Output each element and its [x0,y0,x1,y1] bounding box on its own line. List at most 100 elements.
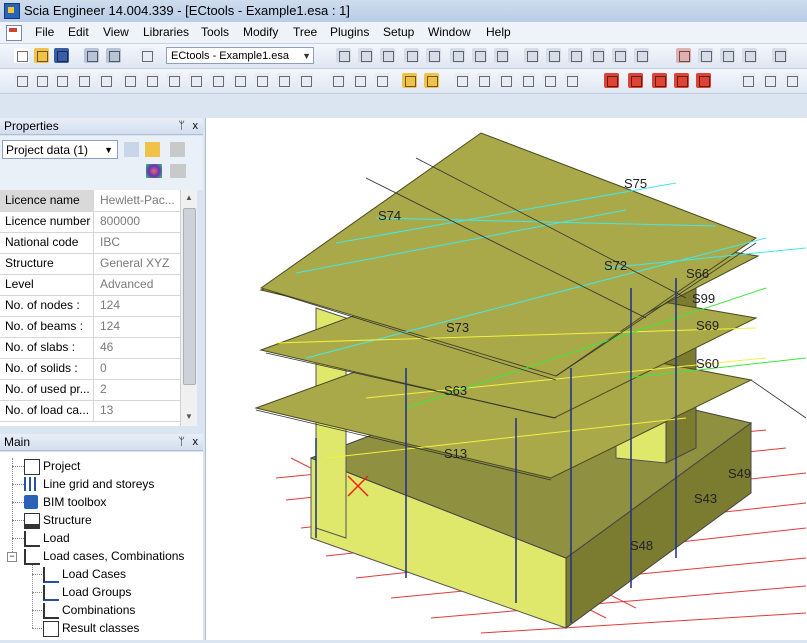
collapse-icon[interactable]: − [7,552,17,562]
open-folder-icon[interactable] [34,48,49,63]
select-icon[interactable] [564,73,579,88]
document-selector[interactable]: ECtools - Example1.esa ▼ [166,47,314,64]
window-icon[interactable] [772,48,787,63]
property-row[interactable]: No. of beams :124 [0,316,180,338]
model-viewport[interactable]: .slab { fill:#a9a94a; stroke:#4a4a22; st… [205,118,807,640]
surfaces-icon[interactable] [380,48,395,63]
property-row[interactable]: Structure General XYZ [0,253,180,275]
group-icon[interactable] [498,73,513,88]
property-row[interactable]: Level Advanced [0,274,180,296]
menu-setup[interactable]: Setup [383,25,414,39]
funnel-icon[interactable] [145,142,160,157]
frame-icon[interactable] [404,48,419,63]
copy-icon[interactable] [34,73,49,88]
mirror-icon[interactable] [210,73,225,88]
structure-grid-icon[interactable] [336,48,351,63]
supports-icon[interactable] [472,48,487,63]
help-icon[interactable] [742,48,757,63]
gallery-icon[interactable] [568,48,583,63]
target-icon[interactable] [450,48,465,63]
new-file-icon[interactable] [14,48,29,63]
menu-edit[interactable]: Edit [68,25,89,39]
cut-icon[interactable] [14,73,29,88]
calc-icon[interactable] [494,48,509,63]
pin-icon[interactable]: ᛘ [178,118,185,135]
property-row[interactable]: No. of nodes :124 [0,295,180,317]
angle-icon[interactable] [696,73,711,88]
window-cascade-icon[interactable] [762,73,777,88]
property-row[interactable]: Licence number 800000 [0,211,180,233]
picture-icon[interactable] [612,48,627,63]
pen-icon[interactable] [374,73,389,88]
rectangle-icon[interactable] [652,73,667,88]
scroll-down-icon[interactable]: ▼ [185,412,193,421]
undo-icon[interactable] [84,48,99,63]
tool-icon[interactable] [76,73,91,88]
dotted-grid-icon[interactable] [720,48,735,63]
menu-view[interactable]: View [103,25,129,39]
menu-plugins[interactable]: Plugins [330,25,369,39]
layer-icon[interactable] [542,73,557,88]
close-icon[interactable]: x [193,434,199,451]
glasses-icon[interactable] [402,73,417,88]
print-icon[interactable] [524,48,539,63]
close-icon[interactable]: x [193,118,199,135]
structure-3d-view[interactable]: .slab { fill:#a9a94a; stroke:#4a4a22; st… [206,118,807,640]
property-row[interactable]: National code IBC [0,232,180,254]
align-icon[interactable] [98,73,113,88]
save-icon[interactable] [54,48,69,63]
property-row[interactable]: No. of used pr... 2 [0,379,180,401]
menu-libraries[interactable]: Libraries [143,25,189,39]
property-row[interactable]: No. of slabs :46 [0,337,180,359]
filter-icon[interactable] [124,142,139,157]
scale-icon[interactable] [276,73,291,88]
polyline-icon[interactable] [628,73,643,88]
visibility-icon[interactable] [424,73,439,88]
array-icon[interactable] [298,73,313,88]
move-icon[interactable] [254,73,269,88]
extend-icon[interactable] [188,73,203,88]
pencil-icon[interactable] [170,142,185,157]
menu-modify[interactable]: Modify [243,25,278,39]
member-icon[interactable] [454,73,469,88]
home-icon[interactable] [676,48,691,63]
menu-tools[interactable]: Tools [201,25,229,39]
paste-icon[interactable] [54,73,69,88]
properties-title: Properties [4,119,59,133]
layers-icon[interactable] [358,48,373,63]
eraser-icon[interactable] [170,164,186,178]
document-icon[interactable] [546,48,561,63]
pin-icon[interactable]: ᛘ [178,434,185,451]
window-split-icon[interactable] [784,73,799,88]
document-list-icon[interactable] [139,48,154,63]
menu-file[interactable]: File [35,25,54,39]
property-row[interactable]: No. of solids :0 [0,358,180,380]
properties-scrollbar[interactable]: ▲ ▼ [180,190,197,426]
line-icon[interactable] [604,73,619,88]
window-tile-icon[interactable] [740,73,755,88]
node-icon[interactable] [330,73,345,88]
report-icon[interactable] [590,48,605,63]
property-row[interactable]: Licence name Hewlett-Pac... [0,190,180,212]
circle-icon[interactable] [674,73,689,88]
document-menu-icon[interactable] [6,25,22,41]
scrollbar-thumb[interactable] [183,208,196,385]
user-icon[interactable] [352,73,367,88]
redo-icon[interactable] [106,48,121,63]
connect-icon[interactable] [476,73,491,88]
menu-window[interactable]: Window [428,25,471,39]
rotate-icon[interactable] [232,73,247,88]
menu-tree[interactable]: Tree [293,25,317,39]
mesh-icon[interactable] [426,48,441,63]
scroll-up-icon[interactable]: ▲ [185,193,193,202]
book-icon[interactable] [634,48,649,63]
join-icon[interactable] [144,73,159,88]
menu-help[interactable]: Help [486,25,511,39]
color-palette-icon[interactable] [146,164,162,178]
arrow-icon[interactable] [698,48,713,63]
split-icon[interactable] [122,73,137,88]
property-row[interactable]: No. of load ca... 13 [0,400,180,422]
filter-icon[interactable] [520,73,535,88]
properties-selector[interactable]: Project data (1) ▼ [2,140,118,159]
trim-icon[interactable] [166,73,181,88]
